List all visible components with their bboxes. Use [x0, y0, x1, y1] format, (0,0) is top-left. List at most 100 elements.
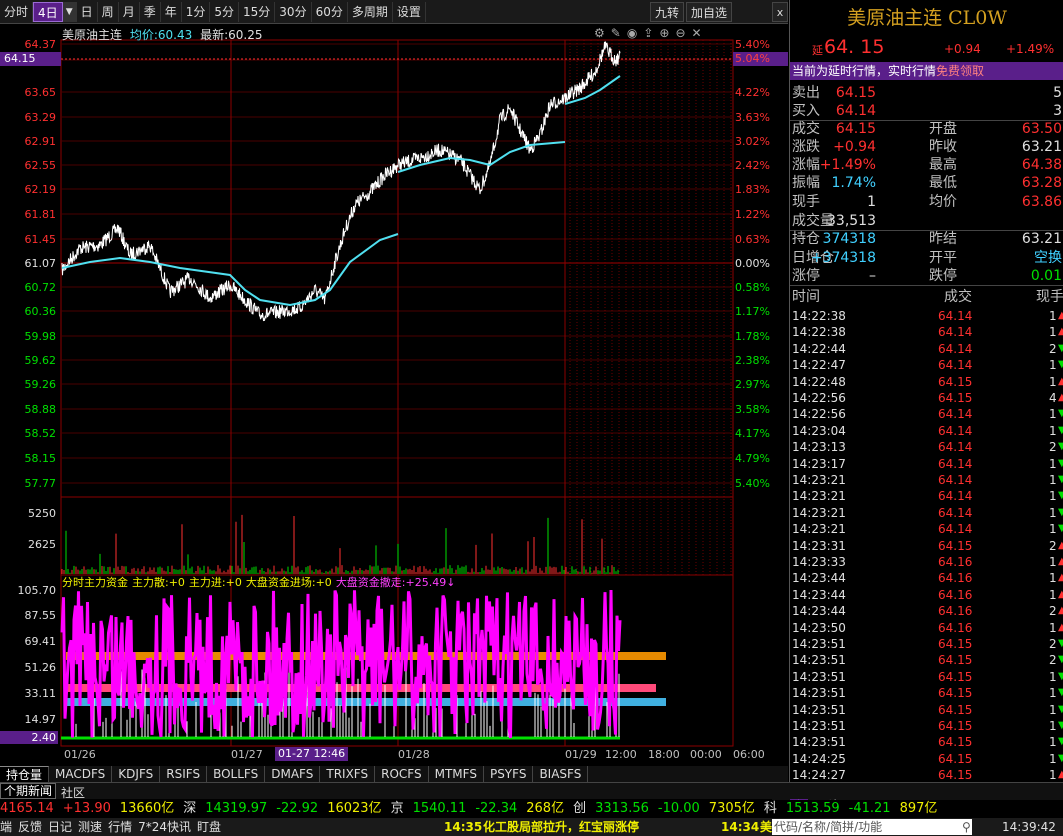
- price-axis-label: 58.52: [24, 427, 57, 440]
- price-axis-label: 61.45: [24, 233, 57, 246]
- index-value: 创: [573, 801, 587, 816]
- period-button[interactable]: 5分: [210, 1, 240, 22]
- tick-row: 14:23:21 64.14 1 ▼: [790, 521, 1063, 538]
- status-link[interactable]: 测速: [78, 820, 102, 834]
- quote-row: 涨停 – 跌停 0.01: [790, 267, 1063, 285]
- quote-label: 成交: [792, 121, 820, 137]
- price-axis-label: 60.36: [24, 305, 57, 318]
- quote-value: 33,513: [827, 213, 876, 229]
- status-link[interactable]: 盯盘: [197, 820, 221, 834]
- tick-price: 64.14: [938, 407, 973, 422]
- quote-value-2: 63.21: [1021, 139, 1062, 155]
- arrow-up-icon: ▲: [1058, 375, 1063, 387]
- indicator-axis-label: 2.40: [0, 731, 58, 744]
- quote-row: 涨跌 +0.94 昨收 63.21: [790, 138, 1063, 156]
- period-dropdown-icon[interactable]: ▼: [62, 1, 77, 22]
- tick-qty: 1: [1049, 571, 1057, 586]
- pct-axis-label: 1.17%: [735, 305, 770, 318]
- arrow-down-icon: ▼: [1058, 408, 1063, 420]
- indicator-tab[interactable]: MTMFS: [429, 766, 484, 782]
- indicator-axis-label: 14.97: [24, 713, 57, 726]
- period-button[interactable]: 4日: [33, 1, 63, 22]
- add-watchlist-button[interactable]: 加自选: [685, 2, 732, 22]
- divider: [790, 285, 1063, 286]
- period-button[interactable]: 年: [161, 1, 182, 22]
- gear-icon[interactable]: ⚙: [594, 26, 605, 40]
- current-price-left-marker: 64.15: [0, 52, 61, 66]
- tab-community[interactable]: 社区: [58, 784, 88, 801]
- chart-canvas[interactable]: [0, 24, 788, 766]
- eye-icon[interactable]: ◉: [627, 26, 637, 40]
- period-button[interactable]: 15分: [239, 1, 276, 22]
- quote-label: 持仓: [792, 231, 820, 247]
- indicator-tab[interactable]: MACDFS: [49, 766, 113, 782]
- arrow-down-icon: ▼: [1058, 490, 1063, 502]
- period-button[interactable]: 1分: [182, 1, 211, 22]
- tick-qty: 1: [1049, 325, 1057, 340]
- pct-axis-label: 2.97%: [735, 378, 770, 391]
- status-link[interactable]: 行情: [108, 820, 132, 834]
- quote-label: 涨跌: [792, 139, 820, 155]
- quote-panel: 美原油主连 CL0W 延 64. 15 +0.94 +1.49% 当前为延时行情…: [789, 0, 1063, 783]
- tick-price: 64.14: [938, 325, 973, 340]
- period-button[interactable]: 季: [140, 1, 161, 22]
- period-button[interactable]: 分时: [0, 1, 34, 22]
- status-link[interactable]: 7*24快讯: [138, 820, 191, 834]
- indicator-tab[interactable]: ROCFS: [375, 766, 429, 782]
- price-axis-label: 62.91: [24, 135, 57, 148]
- quote-row: 持仓 374318 昨结 63.21: [790, 230, 1063, 248]
- indicator-tab[interactable]: PSYFS: [484, 766, 534, 782]
- tick-row: 14:23:51 64.15 1 ▼: [790, 734, 1063, 751]
- indicator-field-value: +0: [168, 576, 185, 589]
- indicator-tab[interactable]: BIASFS: [533, 766, 589, 782]
- tick-price: 64.15: [938, 686, 973, 701]
- index-value: -41.21: [848, 801, 891, 816]
- period-button[interactable]: 30分: [275, 1, 312, 22]
- chart-area[interactable]: [0, 24, 788, 766]
- tick-price: 64.16: [938, 587, 973, 602]
- close-icon[interactable]: x: [772, 2, 788, 22]
- indicator-tab[interactable]: DMAFS: [265, 766, 321, 782]
- search-input[interactable]: 代码/名称/简拼/功能: [772, 819, 972, 835]
- period-button[interactable]: 多周期: [348, 1, 393, 22]
- tick-row: 14:23:44 64.16 2 ▲: [790, 603, 1063, 620]
- period-button[interactable]: 周: [98, 1, 119, 22]
- tick-time: 14:23:13: [792, 440, 846, 455]
- tick-qty: 1: [1049, 751, 1057, 766]
- news-headline-2[interactable]: 美: [760, 818, 772, 836]
- period-button[interactable]: 日: [77, 1, 98, 22]
- search-icon[interactable]: ⚲: [962, 818, 971, 836]
- pct-axis-label: 1.83%: [735, 183, 770, 196]
- tab-news[interactable]: 个期新闻: [0, 783, 57, 799]
- indicator-tab[interactable]: RSIFS: [160, 766, 208, 782]
- tick-time: 14:22:47: [792, 358, 846, 373]
- indicator-field-label: 主力进:: [188, 576, 226, 589]
- share-icon[interactable]: ⇪: [643, 26, 653, 40]
- free-trial-link[interactable]: 免费领取: [936, 64, 984, 78]
- period-button[interactable]: 月: [119, 1, 140, 22]
- price-axis-label: 64.37: [24, 38, 57, 51]
- indicator-tab[interactable]: TRIXFS: [320, 766, 376, 782]
- news-headline-1[interactable]: 化工股局部拉升，红宝丽涨停: [483, 818, 639, 836]
- indicator-name: 分时主力资金: [62, 576, 128, 589]
- pen-icon[interactable]: ✎: [611, 26, 621, 40]
- tick-row: 14:23:51 64.15 1 ▼: [790, 669, 1063, 686]
- indicator-tab[interactable]: 持仓量: [0, 766, 50, 782]
- tick-price: 64.15: [938, 637, 973, 651]
- status-link[interactable]: 日记: [48, 820, 72, 834]
- status-link[interactable]: 反馈: [18, 820, 42, 834]
- indicator-field-label: 大盘资金撤走:: [335, 576, 406, 589]
- tick-time: 14:23:51: [792, 637, 846, 651]
- index-value: 深: [183, 801, 197, 816]
- price-axis-label: 59.62: [24, 354, 57, 367]
- nine-turn-button[interactable]: 九转: [649, 2, 684, 22]
- indicator-tab[interactable]: KDJFS: [112, 766, 161, 782]
- zoom-out-icon[interactable]: ⊖: [675, 26, 685, 40]
- zoom-in-icon[interactable]: ⊕: [659, 26, 669, 40]
- quote-row: 成交量 33,513: [790, 212, 1063, 230]
- status-link[interactable]: 端: [0, 820, 12, 834]
- period-button[interactable]: 设置: [393, 1, 426, 22]
- close-panel-icon[interactable]: ✕: [692, 26, 702, 40]
- period-button[interactable]: 60分: [312, 1, 348, 22]
- indicator-tab[interactable]: BOLLFS: [207, 766, 266, 782]
